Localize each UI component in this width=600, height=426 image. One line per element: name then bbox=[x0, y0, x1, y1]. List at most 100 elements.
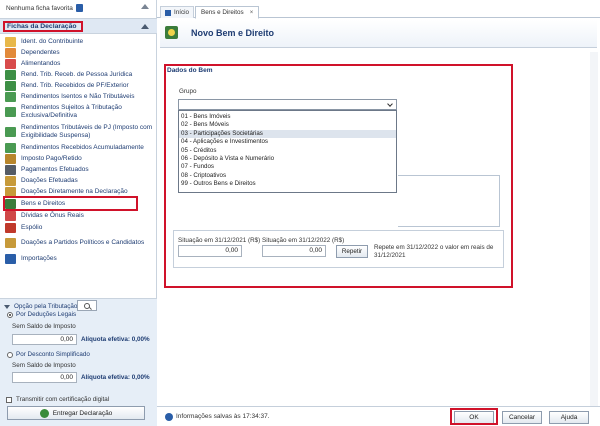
discriminacao-textarea[interactable] bbox=[398, 175, 500, 227]
desconto-simplificado-radio[interactable]: Por Desconto Simplificado bbox=[7, 351, 90, 358]
debt-icon bbox=[5, 211, 16, 221]
situacao-2022-label: Situação em 31/12/2022 (R$) bbox=[262, 237, 345, 244]
money-globe-icon bbox=[5, 80, 16, 91]
legais-aliquota: Alíquota efetiva: 0,00% bbox=[81, 336, 150, 343]
sidebar-item-3[interactable]: Rend. Trib. Receb. de Pessoa Jurídica bbox=[0, 69, 157, 80]
grupo-option[interactable]: 02 - Bens Móveis bbox=[179, 121, 396, 129]
sidebar-item-label: Pagamentos Efetuados bbox=[21, 165, 89, 173]
grupo-label: Grupo bbox=[179, 88, 197, 95]
situacao-2021-input[interactable]: 0,00 bbox=[178, 245, 242, 257]
grupo-option[interactable]: 07 - Fundos bbox=[179, 163, 396, 171]
person-id-icon bbox=[5, 36, 16, 47]
deducoes-legais-label: Por Deduções Legais bbox=[16, 311, 77, 318]
tab-bens-e-direitos[interactable]: Bens e Direitos × bbox=[195, 6, 260, 19]
info-icon bbox=[165, 413, 173, 421]
help-button[interactable]: Ajuda bbox=[549, 411, 589, 424]
simplificado-saldo-label: Sem Saldo de Imposto bbox=[12, 362, 76, 369]
tax-paid-icon bbox=[5, 153, 16, 164]
opcao-header[interactable]: Opção pela Tributação: bbox=[4, 303, 79, 310]
grupo-option[interactable]: 08 - Criptoativos bbox=[179, 172, 396, 180]
dados-do-bem-title: Dados do Bem bbox=[167, 67, 213, 74]
grupo-option[interactable]: 05 - Créditos bbox=[179, 147, 396, 155]
vertical-scrollbar[interactable] bbox=[590, 52, 598, 406]
sidebar: Nenhuma ficha favorita Fichas da Declara… bbox=[0, 0, 157, 426]
money-suspended-icon bbox=[5, 127, 16, 137]
sidebar-item-8[interactable]: Rendimentos Recebidos Acumuladamente bbox=[0, 142, 157, 153]
money-building-icon bbox=[5, 69, 16, 80]
page-header: Novo Bem e Direito bbox=[160, 20, 597, 48]
sidebar-item-12[interactable]: Doações Diretamente na Declaração bbox=[0, 186, 157, 197]
sidebar-item-1[interactable]: Dependentes bbox=[0, 47, 157, 58]
situacao-2022-input[interactable]: 0,00 bbox=[262, 245, 326, 257]
sidebar-item-label: Bens e Direitos bbox=[21, 199, 66, 207]
sidebar-item-4[interactable]: Rend. Trib. Recebidos de PF/Exterior bbox=[0, 80, 157, 91]
sidebar-item-label: Dívidas e Ônus Reais bbox=[21, 212, 84, 219]
sidebar-item-5[interactable]: Rendimentos Isentos e Não Tributáveis bbox=[0, 91, 157, 102]
donation-icon bbox=[5, 175, 16, 186]
sidebar-item-11[interactable]: Doações Efetuadas bbox=[0, 175, 157, 186]
grupo-select[interactable] bbox=[178, 99, 397, 110]
grupo-option[interactable]: 04 - Aplicações e Investimentos bbox=[179, 138, 396, 146]
bookmark-icon[interactable] bbox=[75, 4, 83, 12]
collapse-icon[interactable] bbox=[141, 24, 149, 29]
send-icon bbox=[39, 408, 49, 418]
sidebar-item-9[interactable]: Imposto Pago/Retido bbox=[0, 153, 157, 164]
money-stack-icon bbox=[5, 142, 16, 153]
grupo-dropdown-list: 01 - Bens Imóveis 02 - Bens Móveis 03 - Pa… bbox=[178, 110, 397, 193]
sidebar-item-16[interactable]: Doações a Partidos Políticos e Candidato… bbox=[0, 233, 157, 253]
sidebar-item-label: Rend. Trib. Recebidos de PF/Exterior bbox=[21, 81, 129, 89]
sidebar-item-14[interactable]: Dívidas e Ônus Reais bbox=[0, 210, 157, 222]
sidebar-item-label: Imposto Pago/Retido bbox=[21, 154, 82, 162]
certificacao-checkbox[interactable]: Transmitir com certificação digital bbox=[6, 396, 109, 403]
sidebar-item-10[interactable]: Pagamentos Efetuados bbox=[0, 164, 157, 175]
political-donation-icon bbox=[5, 238, 16, 248]
money-exempt-icon bbox=[5, 91, 16, 102]
sidebar-item-6[interactable]: Rendimentos Sujeitos à Tributação Exclus… bbox=[0, 102, 157, 122]
scroll-up-icon[interactable] bbox=[141, 4, 149, 9]
checkbox-icon bbox=[6, 396, 12, 403]
tab-inicio[interactable]: Início bbox=[160, 6, 195, 18]
sidebar-item-0[interactable]: Ident. do Contribuinte bbox=[0, 36, 157, 47]
entregar-declaracao-button[interactable]: Entregar Declaração bbox=[7, 406, 145, 420]
tab-bens-label: Bens e Direitos bbox=[201, 9, 244, 16]
fichas-title: Fichas da Declaração bbox=[3, 21, 83, 32]
sidebar-item-2[interactable]: Alimentandos bbox=[0, 58, 157, 69]
ok-button[interactable]: OK bbox=[454, 411, 494, 424]
chevron-down-icon bbox=[4, 304, 10, 309]
people-icon bbox=[5, 47, 16, 58]
sidebar-item-17[interactable]: Importações bbox=[0, 253, 157, 264]
grupo-option[interactable]: 06 - Depósito à Vista e Numerário bbox=[179, 155, 396, 163]
sidebar-item-13[interactable]: Bens e Direitos bbox=[0, 197, 157, 210]
opcao-title: Opção pela Tributação: bbox=[14, 303, 80, 310]
certificacao-label: Transmitir com certificação digital bbox=[16, 396, 110, 403]
fichas-header[interactable]: Fichas da Declaração bbox=[0, 18, 157, 34]
sidebar-item-label: Ident. do Contribuinte bbox=[21, 37, 84, 45]
sidebar-item-label: Rendimentos Recebidos Acumuladamente bbox=[21, 143, 144, 151]
sidebar-item-label: Importações bbox=[21, 254, 57, 262]
close-icon[interactable]: × bbox=[250, 10, 254, 16]
favorites-bar: Nenhuma ficha favorita bbox=[0, 0, 157, 16]
sidebar-item-label: Rendimentos Tributáveis de PJ (Imposto c… bbox=[21, 124, 153, 139]
legais-saldo-label: Sem Saldo de Imposto bbox=[12, 323, 76, 330]
search-icon[interactable] bbox=[77, 300, 97, 311]
sidebar-item-label: Espólio bbox=[21, 223, 43, 231]
footer-bar: Informações salvas às 17:34:37. OK Cance… bbox=[157, 406, 600, 426]
sidebar-item-7[interactable]: Rendimentos Tributáveis de PJ (Imposto c… bbox=[0, 122, 157, 142]
fichas-menu: Ident. do Contribuinte Dependentes Aliment… bbox=[0, 36, 157, 264]
grupo-option[interactable]: 01 - Bens Imóveis bbox=[179, 113, 396, 121]
grupo-option[interactable]: 99 - Outros Bens e Direitos bbox=[179, 180, 396, 188]
payment-icon bbox=[5, 164, 16, 175]
cancel-button[interactable]: Cancelar bbox=[502, 411, 542, 424]
legais-value: 0,00 bbox=[12, 334, 77, 345]
chevron-down-icon[interactable] bbox=[387, 102, 394, 108]
repetir-button[interactable]: Repetir bbox=[336, 245, 368, 258]
deducoes-legais-radio[interactable]: Por Deduções Legais bbox=[7, 311, 76, 318]
sidebar-item-label: Doações Diretamente na Declaração bbox=[21, 187, 128, 195]
sidebar-item-label: Doações a Partidos Políticos e Candidato… bbox=[21, 239, 145, 246]
import-icon bbox=[5, 253, 16, 264]
money-exclusive-icon bbox=[5, 107, 16, 117]
grupo-option[interactable]: 03 - Participações Societárias bbox=[179, 129, 396, 139]
sidebar-item-label: Alimentandos bbox=[21, 59, 61, 67]
donation-direct-icon bbox=[5, 186, 16, 197]
sidebar-item-15[interactable]: Espólio bbox=[0, 222, 157, 233]
